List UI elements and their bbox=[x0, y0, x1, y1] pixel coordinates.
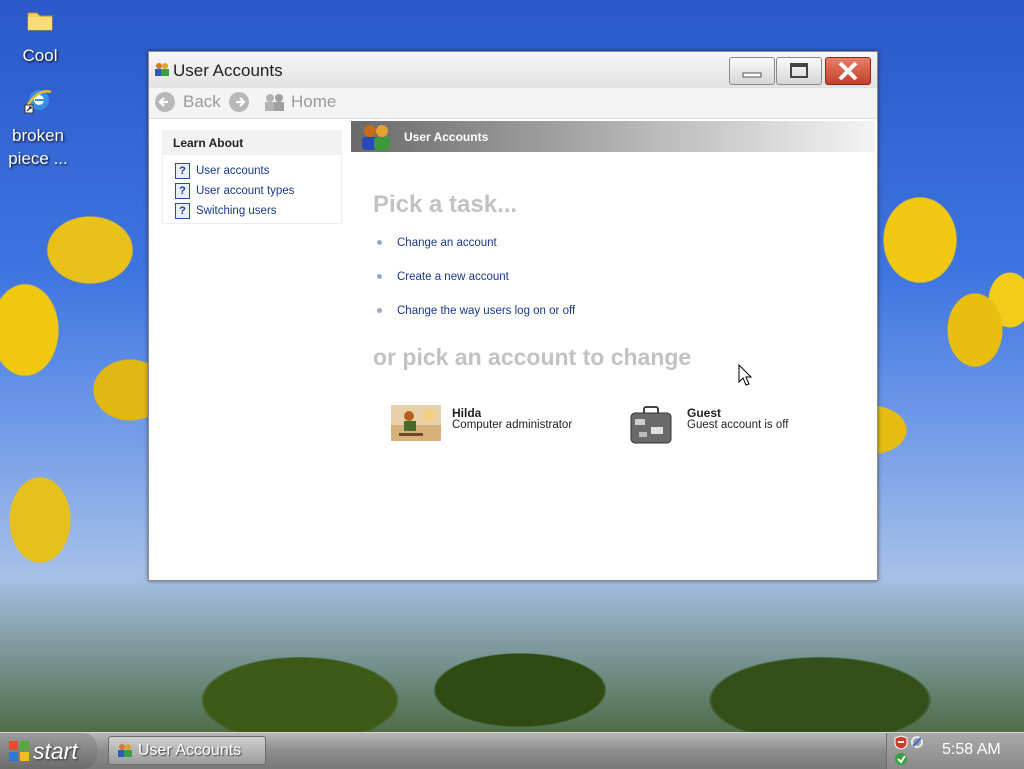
home-users-icon bbox=[265, 94, 284, 111]
home-button[interactable]: Home bbox=[263, 88, 343, 118]
system-tray: 5:58 AM bbox=[886, 733, 1024, 769]
forward-arrow-icon bbox=[236, 97, 246, 107]
user-accounts-header-icon bbox=[362, 125, 390, 150]
help-icon: ? bbox=[175, 163, 190, 179]
pick-task-heading: Pick a task... bbox=[373, 191, 518, 218]
task-bullet bbox=[377, 274, 382, 279]
forward-button[interactable] bbox=[229, 92, 249, 112]
account-tile-hilda[interactable]: Hilda Computer administrator bbox=[389, 402, 609, 444]
pick-account-heading: or pick an account to change bbox=[373, 344, 692, 370]
account-description: Guest account is off bbox=[687, 419, 789, 431]
maximize-button[interactable] bbox=[776, 57, 822, 85]
user-accounts-window: User Accounts Back Home Learn About ? Us… bbox=[148, 51, 878, 581]
taskbar-button-user-accounts[interactable]: User Accounts bbox=[108, 736, 266, 765]
desktop-icon-cool[interactable]: Cool bbox=[0, 2, 80, 67]
link-label: Switching users bbox=[196, 205, 277, 217]
start-button[interactable]: start bbox=[0, 733, 97, 769]
taskbar-button-label: User Accounts bbox=[138, 742, 242, 759]
account-description: Computer administrator bbox=[452, 419, 573, 431]
update-icon[interactable] bbox=[894, 752, 908, 766]
user-accounts-icon bbox=[155, 63, 169, 76]
learn-about-heading: Learn About bbox=[163, 131, 341, 155]
user-accounts-icon bbox=[118, 744, 132, 757]
mouse-cursor-icon bbox=[738, 364, 753, 386]
task-create-account[interactable]: Create a new account bbox=[397, 271, 509, 283]
home-label: Home bbox=[291, 92, 337, 111]
navigation-bar: Back Home bbox=[149, 88, 877, 119]
content-header: User Accounts bbox=[351, 121, 875, 152]
desktop-icon-broken-piece[interactable]: broken piece ... bbox=[0, 82, 78, 170]
task-bullet bbox=[377, 240, 382, 245]
internet-explorer-icon bbox=[24, 90, 52, 114]
windows-logo-icon bbox=[9, 741, 29, 761]
learn-link-user-accounts[interactable]: ? User accounts bbox=[175, 163, 270, 179]
desktop-icon-label: broken piece ... bbox=[8, 126, 68, 168]
window-title: User Accounts bbox=[173, 61, 283, 80]
back-arrow-icon bbox=[155, 92, 175, 112]
back-button[interactable]: Back bbox=[154, 88, 224, 118]
task-change-logon[interactable]: Change the way users log on or off bbox=[397, 305, 575, 317]
account-name: Hilda bbox=[452, 406, 482, 420]
account-tile-guest[interactable]: Guest Guest account is off bbox=[627, 402, 847, 448]
clock[interactable]: 5:58 AM bbox=[942, 741, 1001, 759]
back-label: Back bbox=[183, 92, 221, 111]
maximize-icon bbox=[790, 63, 808, 78]
close-button[interactable] bbox=[825, 57, 871, 85]
content-header-title: User Accounts bbox=[404, 130, 489, 144]
minimize-icon bbox=[742, 72, 762, 78]
minimize-button[interactable] bbox=[729, 57, 775, 85]
link-label: User accounts bbox=[196, 165, 270, 177]
task-bullet bbox=[377, 308, 382, 313]
help-icon: ? bbox=[175, 183, 190, 199]
network-icon[interactable] bbox=[909, 735, 925, 749]
task-change-account[interactable]: Change an account bbox=[397, 237, 497, 249]
start-label: start bbox=[33, 738, 78, 764]
skateboarder-avatar-icon bbox=[391, 405, 441, 441]
title-bar[interactable]: User Accounts bbox=[149, 52, 877, 88]
close-icon bbox=[838, 61, 858, 81]
learn-about-panel: Learn About ? User accounts ? User account… bbox=[162, 130, 342, 224]
learn-link-user-account-types[interactable]: ? User account types bbox=[175, 183, 294, 199]
security-shield-icon[interactable] bbox=[894, 735, 908, 750]
help-icon: ? bbox=[175, 203, 190, 219]
account-name: Guest bbox=[687, 406, 722, 420]
link-label: User account types bbox=[196, 185, 295, 197]
suitcase-icon bbox=[630, 406, 672, 444]
desktop-icon-label: Cool bbox=[22, 46, 58, 65]
left-pane: Learn About ? User accounts ? User account… bbox=[149, 119, 351, 580]
learn-link-switching-users[interactable]: ? Switching users bbox=[175, 203, 277, 219]
folder-icon bbox=[27, 12, 53, 31]
taskbar: start User Accounts 5:58 AM bbox=[0, 732, 1024, 769]
